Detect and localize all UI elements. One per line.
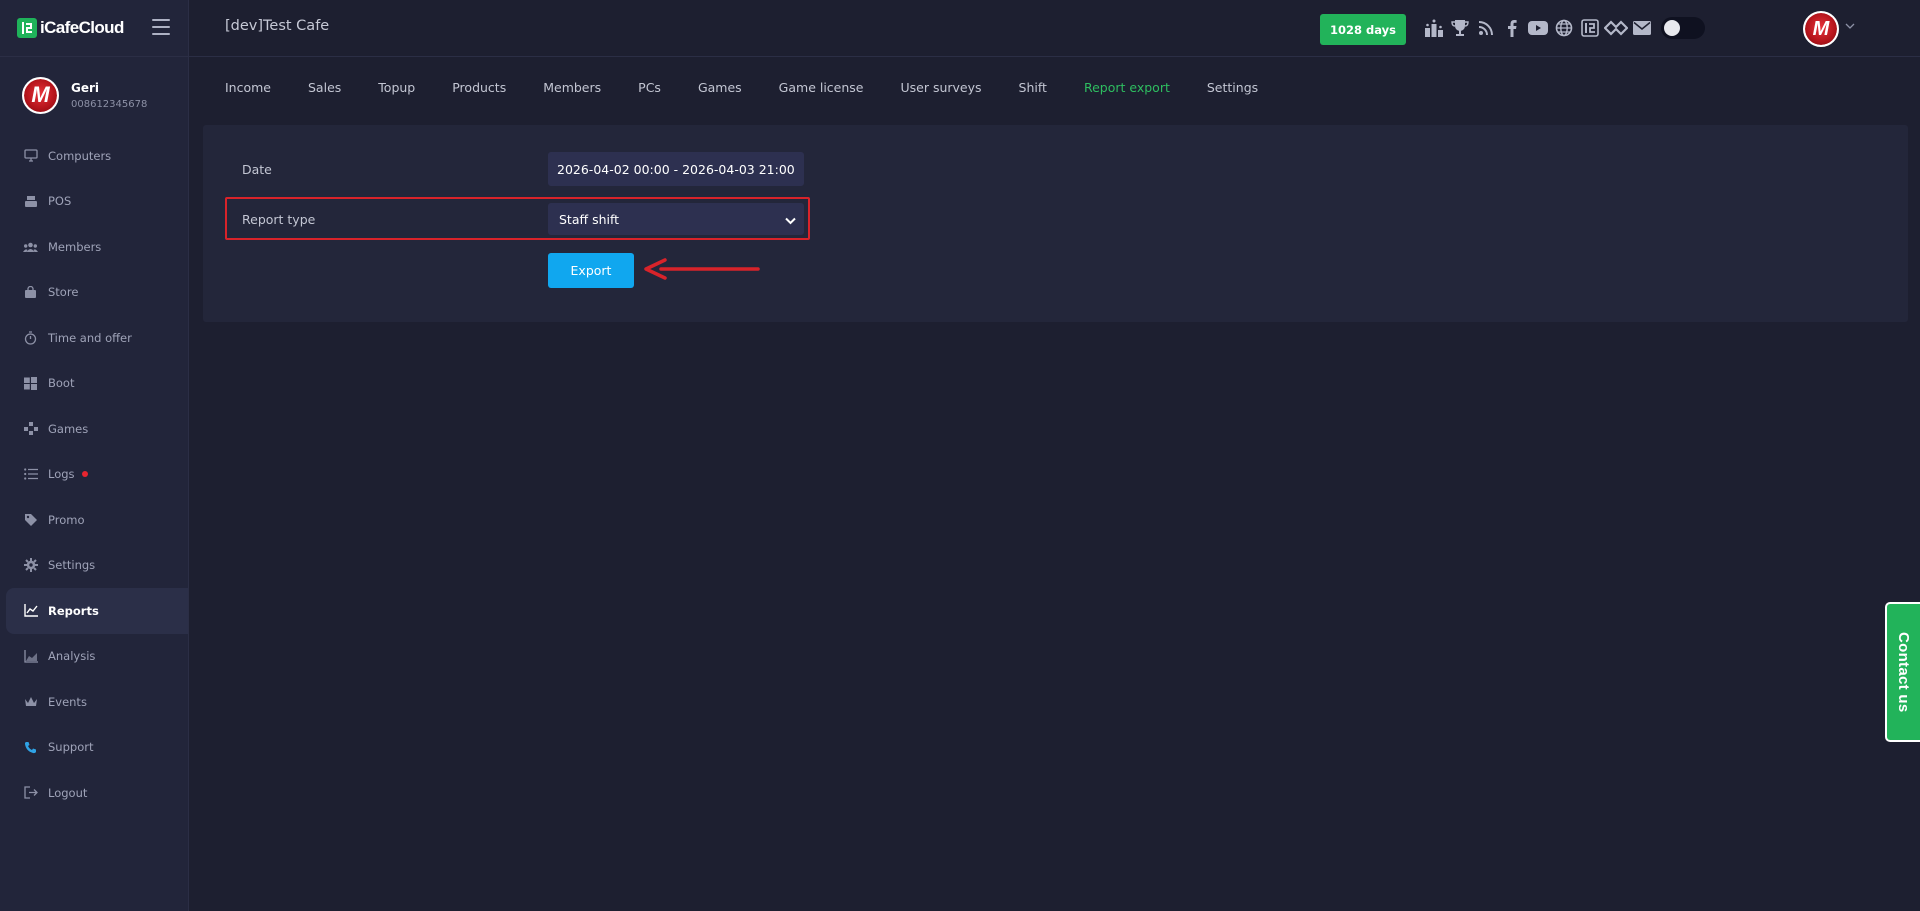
youtube-icon[interactable] [1525, 16, 1551, 40]
sidebar-item-label: Reports [48, 603, 99, 618]
stopwatch-icon [23, 330, 38, 345]
sidebar-item-reports[interactable]: Reports [6, 588, 188, 634]
sidebar-item-time-and-offer[interactable]: Time and offer [0, 315, 188, 361]
user-avatar[interactable]: M [1803, 11, 1839, 47]
brand-name: iCafeCloud [40, 18, 124, 37]
sidebar-item-members[interactable]: Members [0, 224, 188, 270]
sidebar-nav: Computers POS Members Store Time and off… [0, 133, 188, 816]
rss-icon[interactable] [1473, 16, 1499, 40]
sidebar-item-label: Boot [48, 376, 75, 391]
list-icon [23, 467, 38, 482]
chart-line-icon [23, 603, 38, 618]
gamepad-icon [23, 421, 38, 436]
profile-name: Geri [71, 80, 100, 95]
sidebar-item-games[interactable]: Games [0, 406, 188, 452]
tab-topup[interactable]: Topup [378, 80, 415, 95]
top-icons [1421, 16, 1705, 40]
sidebar-item-label: Logout [48, 785, 88, 800]
tab-members[interactable]: Members [543, 80, 601, 95]
sidebar-item-label: POS [48, 194, 72, 209]
cash-register-icon [23, 194, 38, 209]
monitor-icon [23, 148, 38, 163]
mail-icon[interactable] [1629, 16, 1655, 40]
sidebar-item-computers[interactable]: Computers [0, 133, 188, 179]
tab-settings[interactable]: Settings [1207, 80, 1258, 95]
chevron-down-icon[interactable] [1845, 22, 1855, 33]
sidebar-item-label: Settings [48, 558, 96, 573]
avatar: M [22, 76, 59, 114]
tab-game-license[interactable]: Game license [779, 80, 864, 95]
ranking-icon[interactable] [1421, 16, 1447, 40]
contact-us-label: Contact us [1895, 631, 1912, 713]
contact-us-button[interactable]: Contact us [1885, 602, 1920, 742]
sidebar-item-label: Store [48, 285, 79, 300]
sidebar-item-boot[interactable]: Boot [0, 361, 188, 407]
gear-icon [23, 558, 38, 573]
sidebar-item-support[interactable]: Support [0, 725, 188, 771]
arrow-annotation-icon [644, 258, 760, 280]
shopping-bag-icon [23, 285, 38, 300]
chart-area-icon [23, 649, 38, 664]
sidebar-item-pos[interactable]: POS [0, 179, 188, 225]
report-type-value: Staff shift [559, 211, 620, 227]
report-type-select[interactable]: Staff shift [548, 203, 804, 235]
sidebar-item-store[interactable]: Store [0, 270, 188, 316]
sidebar-item-label: Games [48, 421, 89, 436]
report-type-label: Report type [242, 212, 316, 227]
sidebar-item-label: Promo [48, 512, 85, 527]
tab-pcs[interactable]: PCs [638, 80, 661, 95]
sidebar-item-label: Support [48, 740, 94, 755]
sidebar-item-promo[interactable]: Promo [0, 497, 188, 543]
facebook-icon[interactable] [1499, 16, 1525, 40]
tag-icon [23, 512, 38, 527]
sidebar: iCafeCloud M Geri 008612345678 Computers… [0, 0, 189, 911]
crown-icon [23, 694, 38, 709]
profile[interactable]: M Geri 008612345678 [0, 57, 188, 133]
users-icon [23, 239, 38, 254]
report-export-panel: Date 2026-04-02 00:00 - 2026-04-03 21:00… [203, 125, 1908, 322]
profile-id: 008612345678 [71, 98, 148, 110]
logout-icon [23, 785, 38, 800]
phone-icon [23, 740, 38, 755]
notification-dot [81, 471, 88, 478]
icafe-logo-icon[interactable] [1577, 16, 1603, 40]
globe-icon[interactable] [1551, 16, 1577, 40]
topbar: [dev]Test Cafe 1028 days M [189, 0, 1920, 57]
sidebar-item-label: Time and offer [48, 330, 132, 345]
theme-toggle[interactable] [1661, 17, 1705, 39]
menu-toggle-icon[interactable] [152, 19, 170, 35]
tab-user-surveys[interactable]: User surveys [901, 80, 982, 95]
tab-products[interactable]: Products [452, 80, 506, 95]
sidebar-item-analysis[interactable]: Analysis [0, 634, 188, 680]
sidebar-item-logs[interactable]: Logs [0, 452, 188, 498]
trophy-icon[interactable] [1447, 16, 1473, 40]
tab-sales[interactable]: Sales [308, 80, 341, 95]
date-range-input[interactable]: 2026-04-02 00:00 - 2026-04-03 21:00 [548, 152, 804, 186]
sidebar-item-label: Analysis [48, 649, 96, 664]
sidebar-item-label: Logs [48, 467, 75, 482]
export-button[interactable]: Export [548, 253, 634, 288]
sidebar-item-label: Events [48, 694, 87, 709]
report-tabs: Income Sales Topup Products Members PCs … [189, 58, 1920, 116]
license-days-badge[interactable]: 1028 days [1320, 14, 1406, 45]
tab-games[interactable]: Games [698, 80, 742, 95]
tab-shift[interactable]: Shift [1019, 80, 1047, 95]
cafe-name: [dev]Test Cafe [225, 18, 330, 34]
tab-report-export[interactable]: Report export [1084, 80, 1170, 95]
handshake-icon[interactable] [1603, 16, 1629, 40]
chevron-down-icon [785, 213, 796, 228]
sidebar-item-logout[interactable]: Logout [0, 770, 188, 816]
tab-income[interactable]: Income [225, 80, 271, 95]
windows-icon [23, 376, 38, 391]
date-label: Date [242, 162, 272, 177]
sidebar-item-settings[interactable]: Settings [0, 543, 188, 589]
sidebar-item-label: Computers [48, 148, 112, 163]
sidebar-item-events[interactable]: Events [0, 679, 188, 725]
icafecloud-logo-icon [17, 18, 37, 38]
sidebar-item-label: Members [48, 239, 102, 254]
